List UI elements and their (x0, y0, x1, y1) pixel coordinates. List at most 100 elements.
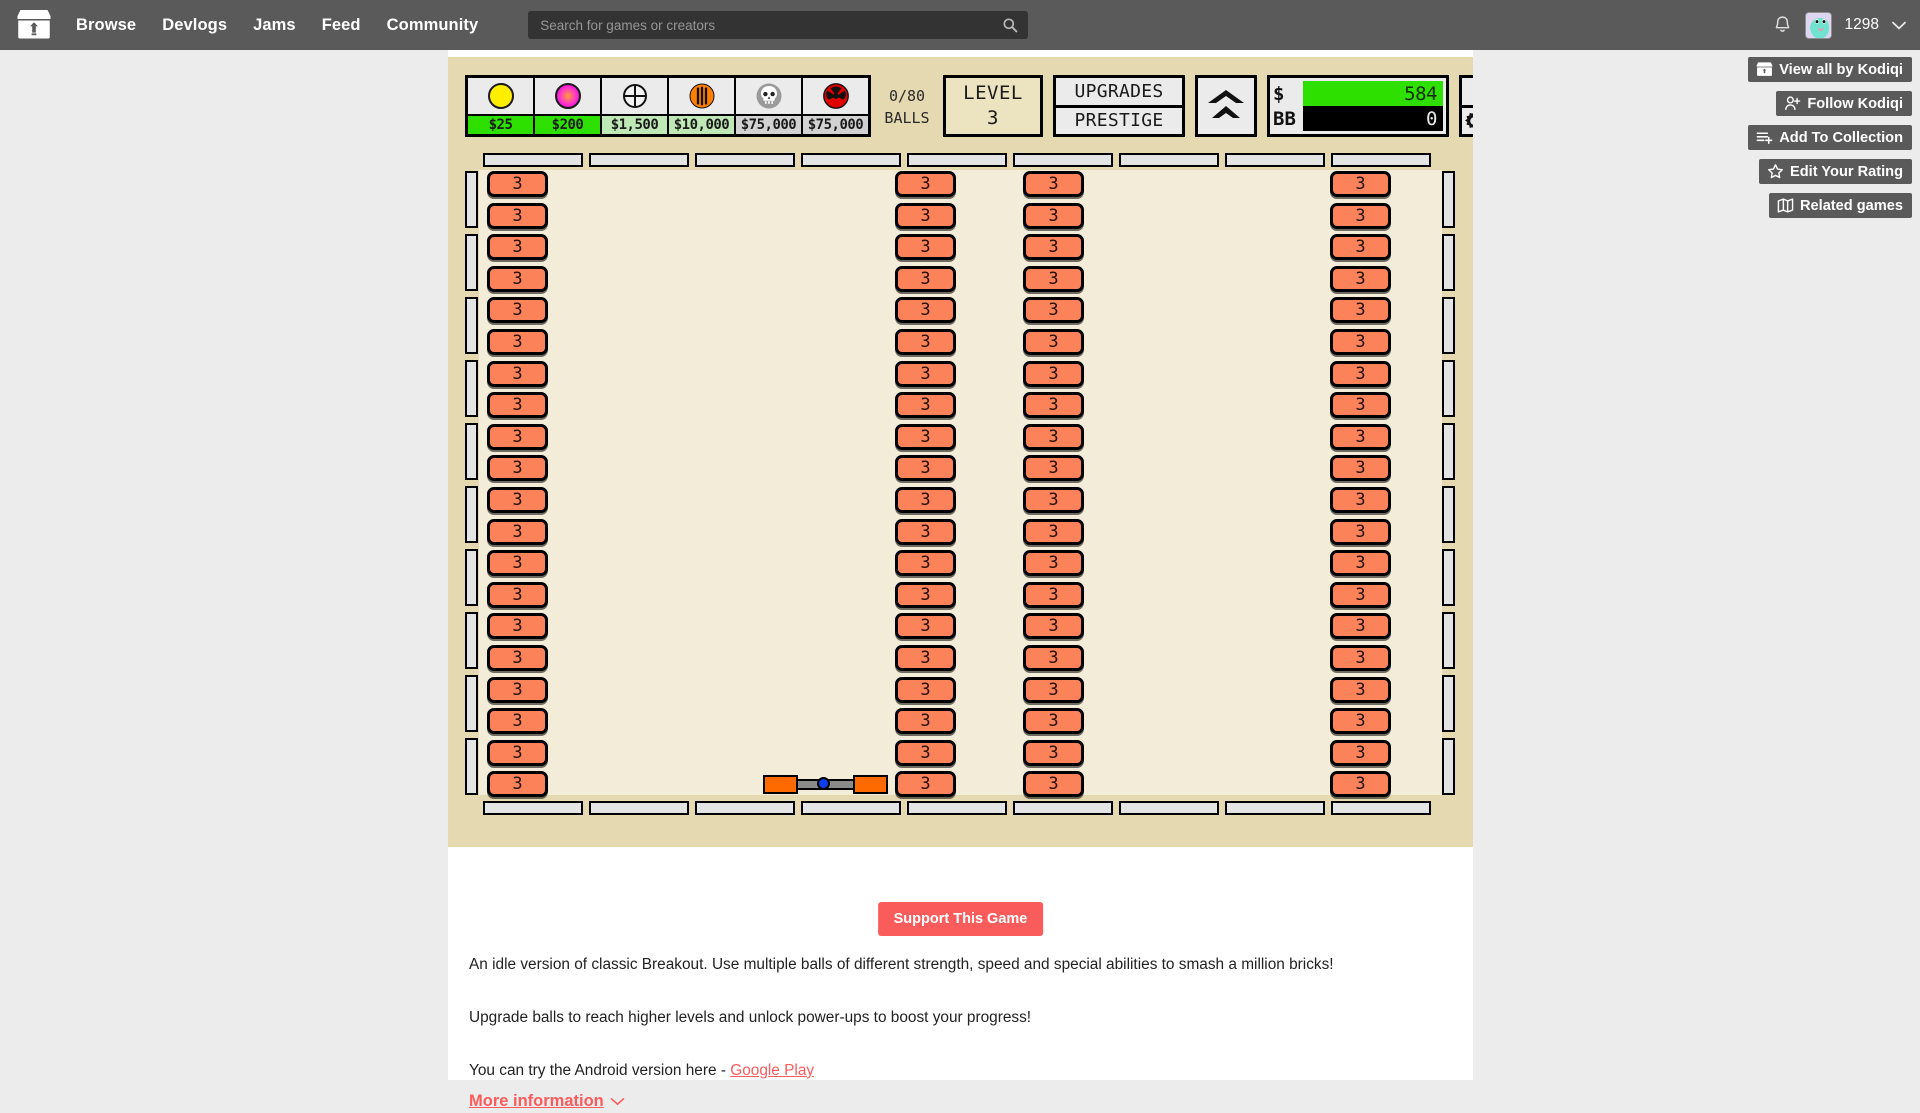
brick[interactable]: 3 (1023, 171, 1084, 197)
brick[interactable]: 3 (1330, 297, 1391, 324)
brick[interactable]: 3 (1330, 645, 1391, 671)
brick[interactable]: 3 (1330, 265, 1391, 292)
itch-io-logo-icon[interactable] (16, 7, 52, 43)
add-to-collection-button[interactable]: Add To Collection (1748, 125, 1912, 150)
brick[interactable]: 3 (487, 234, 548, 261)
brick[interactable]: 3 (487, 708, 548, 735)
brick[interactable]: 3 (895, 550, 956, 577)
coin-count[interactable]: 1298 (1845, 16, 1879, 34)
brick[interactable]: 3 (1023, 771, 1084, 798)
brick[interactable]: 3 (895, 708, 956, 735)
brick[interactable]: 3 (487, 202, 548, 229)
brick[interactable]: 3 (1023, 739, 1084, 766)
brick[interactable]: 3 (895, 423, 956, 450)
brick[interactable]: 3 (895, 202, 956, 229)
brick[interactable]: 3 (895, 487, 956, 513)
brick[interactable]: 3 (895, 297, 956, 324)
brick[interactable]: 3 (1330, 676, 1391, 703)
brick[interactable]: 3 (895, 360, 956, 387)
support-this-game-button[interactable]: Support This Game (877, 902, 1044, 936)
brick[interactable]: 3 (1330, 202, 1391, 229)
game-embed[interactable]: $25 $200 $1,500 $10,000 $75,000 $75,000 … (448, 57, 1473, 847)
brick[interactable]: 3 (1023, 487, 1084, 513)
brick[interactable]: 3 (487, 329, 548, 355)
brick[interactable]: 3 (1023, 645, 1084, 671)
brick[interactable]: 3 (895, 392, 956, 419)
ball-shop-item-basic[interactable]: $25 (468, 78, 533, 134)
brick[interactable]: 3 (487, 360, 548, 387)
brick[interactable]: 3 (487, 676, 548, 703)
boost-button[interactable] (1195, 75, 1257, 137)
bell-icon[interactable] (1773, 15, 1792, 35)
nav-link-community[interactable]: Community (387, 16, 479, 35)
nav-link-devlogs[interactable]: Devlogs (162, 16, 227, 35)
brick[interactable]: 3 (1023, 550, 1084, 577)
brick[interactable]: 3 (487, 297, 548, 324)
brick[interactable]: 3 (487, 265, 548, 292)
search-input[interactable] (528, 11, 1029, 39)
brick[interactable]: 3 (895, 613, 956, 640)
brick[interactable]: 3 (1330, 708, 1391, 735)
brick[interactable]: 3 (1023, 613, 1084, 640)
related-games-button[interactable]: Related games (1768, 193, 1912, 218)
brick[interactable]: 3 (487, 581, 548, 608)
brick[interactable]: 3 (487, 739, 548, 766)
brick[interactable]: 3 (1023, 708, 1084, 735)
brick[interactable]: 3 (487, 487, 548, 513)
brick[interactable]: 3 (1330, 613, 1391, 640)
upgrades-button[interactable]: UPGRADES (1056, 78, 1182, 105)
nav-link-jams[interactable]: Jams (253, 16, 296, 35)
brick[interactable]: 3 (487, 392, 548, 419)
brick[interactable]: 3 (895, 771, 956, 798)
follow-creator-button[interactable]: Follow Kodiqi (1776, 91, 1912, 116)
prestige-button[interactable]: PRESTIGE (1056, 104, 1182, 135)
ball-shop-item-plasma[interactable]: $200 (535, 78, 600, 134)
brick[interactable]: 3 (487, 550, 548, 577)
quality-toggle[interactable]: LOW (1462, 78, 1473, 108)
brick[interactable]: 3 (1023, 392, 1084, 419)
brick[interactable]: 3 (1330, 329, 1391, 355)
brick[interactable]: 3 (1023, 297, 1084, 324)
nav-link-browse[interactable]: Browse (76, 16, 136, 35)
brick[interactable]: 3 (1023, 234, 1084, 261)
brick[interactable]: 3 (1330, 581, 1391, 608)
brick[interactable]: 3 (1023, 423, 1084, 450)
brick[interactable]: 3 (1023, 265, 1084, 292)
game-playfield[interactable]: 3 3 3 3 3 3 3 3 3 3 3 3 3 3 3 3 3 3 3 3 3 3 3 3 3 3 3 3 3 3 3 3 3 3 3 3 3 3 3 3… (465, 153, 1456, 829)
brick[interactable]: 3 (895, 171, 956, 197)
chevron-down-icon[interactable] (1892, 21, 1906, 30)
brick[interactable]: 3 (487, 613, 548, 640)
avatar[interactable] (1804, 11, 1832, 39)
brick[interactable]: 3 (895, 645, 956, 671)
brick[interactable]: 3 (895, 676, 956, 703)
brick[interactable]: 3 (895, 329, 956, 355)
brick[interactable]: 3 (1023, 676, 1084, 703)
brick[interactable]: 3 (487, 171, 548, 197)
brick[interactable]: 3 (1023, 329, 1084, 355)
brick[interactable]: 3 (1330, 455, 1391, 482)
brick[interactable]: 3 (487, 455, 548, 482)
ball-shop-item-poison[interactable]: $75,000 (736, 78, 801, 134)
brick[interactable]: 3 (1023, 581, 1084, 608)
search-box[interactable] (528, 11, 1029, 39)
brick[interactable]: 3 (487, 645, 548, 671)
brick[interactable]: 3 (895, 518, 956, 545)
brick[interactable]: 3 (487, 423, 548, 450)
brick[interactable]: 3 (1330, 739, 1391, 766)
brick[interactable]: 3 (1330, 234, 1391, 261)
brick[interactable]: 3 (895, 455, 956, 482)
brick[interactable]: 3 (1330, 487, 1391, 513)
brick[interactable]: 3 (1023, 455, 1084, 482)
brick[interactable]: 3 (1330, 771, 1391, 798)
ball-shop-item-nuclear[interactable]: $75,000 (803, 78, 868, 134)
ball-shop-item-sniper[interactable]: $1,500 (602, 78, 667, 134)
brick[interactable]: 3 (1330, 171, 1391, 197)
brick[interactable]: 3 (1330, 518, 1391, 545)
brick[interactable]: 3 (1023, 518, 1084, 545)
brick[interactable]: 3 (895, 265, 956, 292)
brick[interactable]: 3 (487, 518, 548, 545)
ball-shop-item-scatter[interactable]: $10,000 (669, 78, 734, 134)
nav-link-feed[interactable]: Feed (322, 16, 361, 35)
more-information-toggle[interactable]: More information (469, 1092, 625, 1111)
edit-your-rating-button[interactable]: Edit Your Rating (1759, 159, 1912, 184)
